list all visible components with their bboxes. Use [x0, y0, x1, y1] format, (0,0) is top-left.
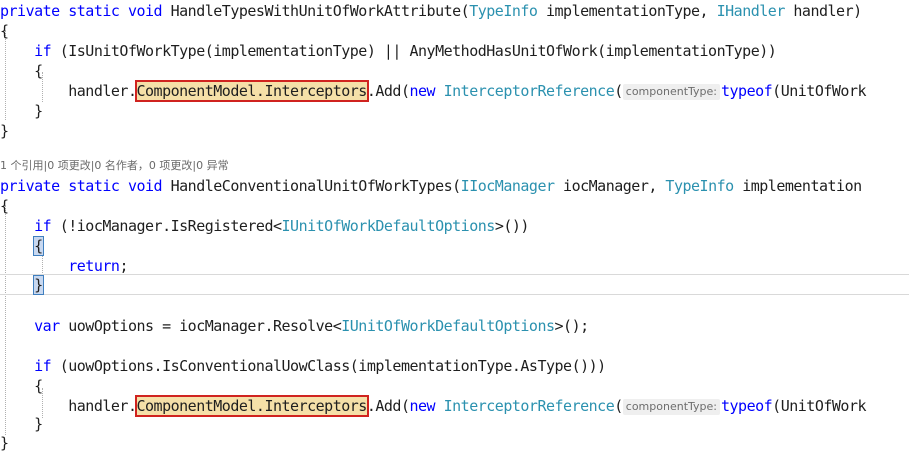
- keyword: typeof: [720, 82, 773, 100]
- code-line-if-close-brace[interactable]: }: [0, 414, 43, 434]
- brace: {: [34, 377, 43, 395]
- code-line-open-brace[interactable]: {: [0, 196, 9, 216]
- highlighted-interceptors-member[interactable]: ComponentModel.Interceptors: [134, 395, 369, 417]
- method-name: HandleConventionalUnitOfWorkTypes(: [170, 177, 462, 195]
- code-line-close-brace[interactable]: }: [0, 121, 9, 141]
- type-name: TypeInfo: [469, 2, 538, 20]
- code-line-if[interactable]: if (IsUnitOfWorkType(implementationType)…: [0, 41, 777, 61]
- keyword: typeof: [720, 397, 773, 415]
- paren: (: [614, 82, 623, 100]
- keyword: var: [34, 317, 60, 335]
- code-editor[interactable]: private static void HandleTypesWithUnitO…: [0, 0, 909, 455]
- var-declaration-end: >();: [554, 317, 590, 335]
- if-condition: (!iocManager.IsRegistered<: [51, 217, 282, 235]
- codelens-info[interactable]: 1 个引用|0 项更改|0 名作者，0 项更改|0 异常: [0, 157, 229, 175]
- highlighted-interceptors-member[interactable]: ComponentModel.Interceptors: [134, 80, 369, 102]
- brace: }: [0, 122, 9, 140]
- brace: }: [34, 415, 43, 433]
- code-line-if-close-brace[interactable]: }: [0, 275, 44, 295]
- keyword: private: [0, 2, 60, 20]
- type-name: IIocManager: [460, 177, 555, 195]
- handler-ref: handler.: [68, 82, 137, 100]
- code-line-var-resolve[interactable]: var uowOptions = iocManager.Resolve<IUni…: [0, 316, 589, 336]
- code-line-if-close-brace[interactable]: }: [0, 101, 43, 121]
- brace: {: [0, 197, 9, 215]
- add-call: .Add(: [366, 397, 410, 415]
- brace: {: [34, 62, 43, 80]
- code-line-return[interactable]: return;: [0, 256, 128, 276]
- matched-brace: }: [33, 275, 44, 295]
- semicolon: ;: [119, 257, 128, 275]
- param-name: handler): [784, 2, 862, 20]
- code-line-method1-signature[interactable]: private static void HandleTypesWithUnitO…: [0, 1, 862, 21]
- typeof-arg: (UnitOfWork: [772, 397, 867, 415]
- code-line-if-conventional[interactable]: if (uowOptions.IsConventionalUowClass(im…: [0, 356, 606, 376]
- code-line-if-open-brace[interactable]: {: [0, 376, 43, 396]
- keyword: if: [34, 42, 52, 60]
- brace: {: [0, 22, 9, 40]
- inline-parameter-hint: componentType:: [622, 399, 720, 415]
- keyword: static: [68, 2, 120, 20]
- keyword: void: [127, 2, 163, 20]
- handler-ref: handler.: [68, 397, 137, 415]
- codelens-text[interactable]: 1 个引用|0 项更改|0 名作者，0 项更改|0 异常: [0, 159, 229, 172]
- code-line-method2-signature[interactable]: private static void HandleConventionalUn…: [0, 176, 862, 196]
- code-line-if-open-brace[interactable]: {: [0, 236, 44, 256]
- matched-brace: {: [33, 236, 44, 256]
- keyword: if: [34, 357, 52, 375]
- if-condition: (IsUnitOfWorkType(implementationType) ||…: [51, 42, 777, 60]
- type-name: IUnitOfWorkDefaultOptions: [281, 217, 496, 235]
- param-name: implementation: [733, 177, 862, 195]
- type-name: InterceptorReference: [443, 397, 615, 415]
- type-name: InterceptorReference: [443, 82, 615, 100]
- if-condition-end: >()): [494, 217, 530, 235]
- code-line-if-open-brace[interactable]: {: [0, 61, 43, 81]
- brace: }: [34, 102, 43, 120]
- add-call: .Add(: [366, 82, 410, 100]
- if-condition: (uowOptions.IsConventionalUowClass(imple…: [51, 357, 606, 375]
- typeof-arg: (UnitOfWork: [772, 82, 867, 100]
- method-name: HandleTypesWithUnitOfWorkAttribute(: [170, 2, 470, 20]
- param-name: implementationType,: [537, 2, 717, 20]
- keyword: void: [127, 177, 163, 195]
- paren: (: [614, 397, 623, 415]
- brace: }: [0, 434, 9, 452]
- keyword: new: [409, 82, 436, 100]
- param-name: iocManager,: [554, 177, 666, 195]
- var-declaration: uowOptions = iocManager.Resolve<: [59, 317, 342, 335]
- keyword: private: [0, 177, 60, 195]
- code-line-close-brace[interactable]: }: [0, 433, 9, 453]
- code-line-if-registered[interactable]: if (!iocManager.IsRegistered<IUnitOfWork…: [0, 216, 529, 236]
- type-name: IUnitOfWorkDefaultOptions: [341, 317, 555, 335]
- keyword: if: [34, 217, 52, 235]
- type-name: TypeInfo: [665, 177, 734, 195]
- current-line-indicator: [0, 274, 909, 295]
- code-line-interceptor-add[interactable]: handler.ComponentModel.Interceptors.Add(…: [0, 80, 867, 102]
- keyword: return: [68, 257, 120, 275]
- keyword: static: [68, 177, 120, 195]
- inline-parameter-hint: componentType:: [622, 84, 720, 100]
- code-line-interceptor-add[interactable]: handler.ComponentModel.Interceptors.Add(…: [0, 395, 867, 417]
- keyword: new: [409, 397, 436, 415]
- code-line-open-brace[interactable]: {: [0, 21, 9, 41]
- type-name: IHandler: [716, 2, 786, 20]
